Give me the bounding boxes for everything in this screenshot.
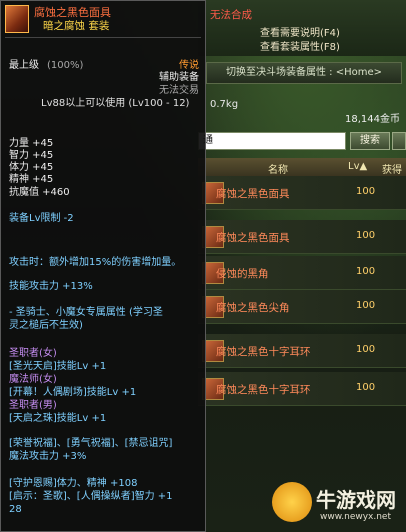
view-set-attributes-link[interactable]: 查看套装属性(F8) [260,38,340,53]
auction-panel: 无法合成 查看需要说明(F4) 查看套装属性(F8) 切换至决斗场装备属性 : … [198,0,406,532]
item-name: 腐蚀之黑色面具 [216,232,290,244]
class-mage-female: 魔法师(女) [9,374,57,385]
item-title: 腐蚀之黑色面具 [34,6,111,19]
divider [5,37,201,38]
item-name: 腐蚀之黑色十字耳环 [216,384,311,396]
item-level: 100 [356,344,376,355]
list-header: 名称 Lv▲ 获得 [198,158,406,177]
site-watermark: 牛游戏网 www.newyx.net [272,478,402,530]
item-category: 辅助装备 [159,72,199,83]
column-level[interactable]: Lv▲ [348,161,367,172]
list-item[interactable]: 侵蚀的黑角 100 [198,256,406,290]
list-item[interactable]: 腐蚀之黑色十字耳环 100 [198,372,406,406]
stat-anti-magic: 抗魔值 +460 [9,187,70,198]
item-grade: 最上级 [9,60,39,71]
class-bonus-line-1: - 圣骑士、小魔女专属属性 (学习圣 [9,307,163,318]
item-name: 侵蚀的黑角 [216,268,269,280]
list-item[interactable]: 腐蚀之黑色面具 100 [198,176,406,210]
damage-bonus: 攻击时：额外增加15%的伤害增加量。 [9,257,182,268]
no-synthesis-label: 无法合成 [210,9,252,21]
column-obtain[interactable]: 获得 [382,161,402,176]
item-name: 腐蚀之黑色十字耳环 [216,346,311,358]
search-options-button[interactable] [392,132,406,150]
search-input[interactable]: 通 [198,132,346,150]
class-bonus-line-2: 灵之槌后不生效) [9,320,83,331]
equip-level-limit: 装备Lv限制 -2 [9,213,74,224]
guard-bonus-line-1: [守护恩赐]体力、精神 +108 [9,478,138,489]
level-requirement: Lv88以上可以使用 (Lv100 - 12) [41,98,190,109]
item-weight: 0.7kg [210,99,239,110]
list-item[interactable]: 腐蚀之黑色面具 100 [198,220,406,254]
item-name: 腐蚀之黑色尖角 [216,302,290,314]
class-skill-line: [开幕！人偶剧场]技能Lv +1 [9,387,137,398]
item-level: 100 [356,186,376,197]
item-level: 100 [356,230,376,241]
watermark-logo-icon [272,482,312,522]
face-mask-item-icon [5,5,29,33]
guard-bonus-line-3: 28 [9,504,22,515]
watermark-url: www.newyx.net [320,512,392,522]
watermark-title: 牛游戏网 [316,488,396,512]
search-button[interactable]: 搜索 [350,132,390,150]
switch-duel-attributes-button[interactable]: 切换至决斗场装备属性 : <Home> [206,62,402,84]
item-tooltip: 腐蚀之黑色面具 暗之腐蚀 套装 最上级 (100%) 传说 辅助装备 无法交易 … [0,0,206,532]
set-name: 暗之腐蚀 套装 [43,20,110,32]
trade-status: 无法交易 [159,85,199,96]
skill-attack-bonus: 技能攻击力 +13% [9,281,93,292]
buff-skills-line-2: 魔法攻击力 +3% [9,451,87,462]
list-item[interactable]: 腐蚀之黑色尖角 100 [198,290,406,324]
class-priest-male: 圣职者(男) [9,400,57,411]
buff-skills-line-1: [荣誉祝福]、[勇气祝福]、[禁忌诅咒] [9,438,173,449]
item-grade-percent: (100%) [47,60,84,71]
item-level: 100 [356,382,376,393]
class-priestess: 圣职者(女) [9,348,57,359]
item-level: 100 [356,266,376,277]
item-name: 腐蚀之黑色面具 [216,188,290,200]
guard-bonus-line-2: [启示：圣歌]、[人偶操纵者]智力 +1 [9,491,173,502]
view-description-link[interactable]: 查看需要说明(F4) [260,24,340,39]
item-level: 100 [356,300,376,311]
column-name[interactable]: 名称 [268,161,288,176]
stat-spirit: 精神 +45 [9,174,54,185]
auction-top-bar: 无法合成 查看需要说明(F4) 查看套装属性(F8) [198,0,406,56]
gold-amount: 18,144金币 [345,114,400,125]
class-skill-line: [圣光天启]技能Lv +1 [9,361,107,372]
class-skill-line: [天启之珠]技能Lv +1 [9,413,107,424]
list-item[interactable]: 腐蚀之黑色十字耳环 100 [198,334,406,368]
